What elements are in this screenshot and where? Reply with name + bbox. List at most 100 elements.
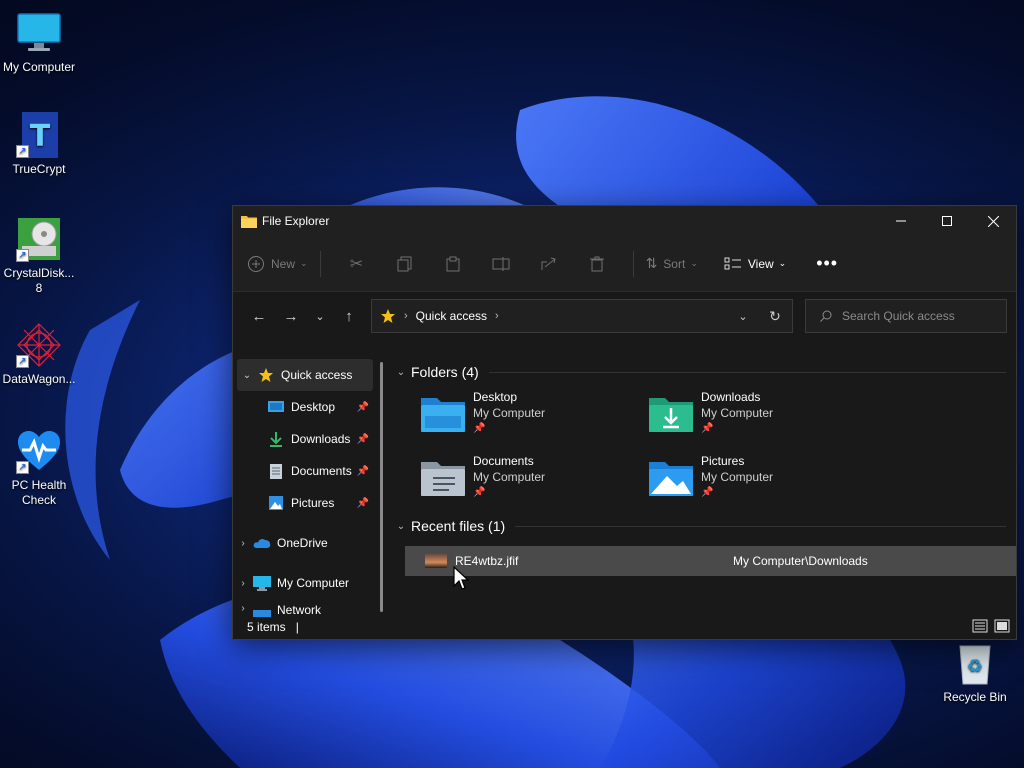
image-thumbnail [425,554,447,568]
sidebar-item-downloads[interactable]: Downloads 📌 [233,423,383,455]
plus-circle-icon [248,255,264,272]
desktop-icon-recycle-bin[interactable]: ♻ Recycle Bin [936,640,1014,705]
refresh-button[interactable]: ↻ [758,308,792,325]
search-input[interactable] [842,309,992,323]
folder-icon [241,216,257,228]
folders-grid: Desktop My Computer 📌 Downloads My Compu… [391,386,1016,508]
sidebar-item-label: Quick access [281,368,353,382]
pictures-folder-icon [649,462,693,496]
chevron-right-icon: › [241,603,245,614]
download-arrow-icon [267,431,285,447]
cut-button[interactable]: ✂ [333,248,381,280]
folder-name: Pictures [701,454,745,468]
delete-button[interactable] [573,248,621,280]
folder-tile-downloads[interactable]: Downloads My Computer 📌 [647,388,875,444]
address-bar[interactable]: › Quick access › ⌄ ↻ [371,299,793,333]
recent-files-section-header[interactable]: ⌄ Recent files (1) [391,512,1016,540]
folder-tile-pictures[interactable]: Pictures My Computer 📌 [647,452,875,508]
folder-name: Downloads [701,390,761,404]
mouse-cursor-icon [453,566,469,590]
folder-location: My Computer [473,470,546,484]
chevron-down-icon: ⌄ [315,310,325,323]
title-bar[interactable]: File Explorer [233,206,1016,236]
share-button[interactable] [525,248,573,280]
trash-icon [589,256,604,271]
pin-icon: 📌 [356,401,369,413]
chevron-right-icon: › [241,577,245,589]
cloud-icon [253,535,271,551]
folder-location: My Computer [701,470,774,484]
sidebar-item-onedrive[interactable]: › OneDrive [233,527,383,559]
folder-tile-desktop[interactable]: Desktop My Computer 📌 [419,388,647,444]
sort-button[interactable]: ⇅ Sort ⌄ [646,248,698,280]
rename-button[interactable] [477,248,525,280]
chevron-right-icon: › [241,537,245,549]
chevron-down-icon: ⌄ [396,366,406,378]
desktop-icon-my-computer[interactable]: My Computer [0,10,78,75]
back-button[interactable]: ← [243,300,275,332]
star-icon [381,309,395,323]
command-bar: New ⌄ ✂ ⇅ Sort ⌄ View ⌄ ••• [233,236,1016,292]
details-view-icon [972,619,988,632]
paste-button[interactable] [429,248,477,280]
details-view-button[interactable] [972,618,988,637]
folders-header-label: Folders (4) [411,364,479,380]
chevron-down-icon: ⌄ [300,258,308,268]
recent-file-row[interactable]: RE4wtbz.jfif My Computer\Downloads [405,546,1016,576]
address-history-button[interactable]: ⌄ [728,310,758,323]
sidebar-item-desktop[interactable]: Desktop 📌 [233,391,383,423]
datawagon-icon: ↗ [16,322,62,368]
desktop-icon-label: TrueCrypt [12,162,66,176]
pin-icon: 📌 [356,433,369,445]
up-button[interactable]: ↑ [333,300,365,332]
desktop-folder-icon [421,398,465,432]
scissors-icon: ✂ [349,255,364,273]
view-label: View [747,256,774,271]
minimize-button[interactable] [878,206,924,236]
desktop-icon-truecrypt[interactable]: T ↗ TrueCrypt [0,112,78,177]
maximize-icon [942,216,952,226]
recent-header-label: Recent files (1) [411,518,506,534]
breadcrumb-quick-access[interactable]: Quick access [416,309,487,323]
section-divider [488,371,1006,373]
toolbar-divider [319,250,321,277]
sidebar-item-label: Downloads [291,432,351,446]
folders-section-header[interactable]: ⌄ Folders (4) [391,358,1016,386]
desktop-icon-datawagon[interactable]: ↗ DataWagon... [0,322,78,387]
desktop-icon-pc-health-check[interactable]: ↗ PC Health Check [0,428,78,508]
maximize-button[interactable] [924,206,970,236]
heart-pulse-icon: ↗ [16,428,62,474]
copy-button[interactable] [381,248,429,280]
shortcut-arrow-icon: ↗ [16,249,29,262]
more-options-button[interactable]: ••• [816,248,838,280]
large-icons-view-button[interactable] [994,618,1010,637]
monitor-icon [253,575,271,591]
monitor-icon [16,10,62,56]
chevron-down-icon: ⌄ [396,520,406,532]
sidebar-item-pictures[interactable]: Pictures 📌 [233,487,383,519]
recent-locations-button[interactable]: ⌄ [307,300,333,332]
shortcut-arrow-icon: ↗ [16,145,29,158]
view-button[interactable]: View ⌄ [724,248,786,280]
content-pane: ⌄ Folders (4) Desktop My Computer 📌 Down… [383,358,1016,615]
sidebar-item-quick-access[interactable]: ⌄ Quick access [237,359,373,391]
close-button[interactable] [970,206,1016,236]
new-button[interactable]: New ⌄ [247,248,308,280]
sidebar-item-label: Pictures [291,496,335,510]
desktop-icon-crystaldisk[interactable]: ↗ CrystalDisk... 8 [0,216,78,296]
navigation-bar: ← → ⌄ ↑ › Quick access › ⌄ ↻ [233,292,1016,340]
forward-button[interactable]: → [275,300,307,332]
sort-label: Sort [663,256,686,271]
status-separator: | [295,620,299,634]
sidebar-item-documents[interactable]: Documents 📌 [233,455,383,487]
pin-icon: 📌 [473,423,486,434]
folder-name: Documents [473,454,534,468]
arrow-up-icon: ↑ [345,307,353,325]
documents-folder-icon [421,462,465,496]
document-icon [267,463,285,479]
minimize-icon [896,220,906,222]
search-box[interactable] [805,299,1007,333]
sidebar-item-my-computer[interactable]: › My Computer [233,567,383,599]
svg-text:T: T [30,119,51,154]
folder-tile-documents[interactable]: Documents My Computer 📌 [419,452,647,508]
